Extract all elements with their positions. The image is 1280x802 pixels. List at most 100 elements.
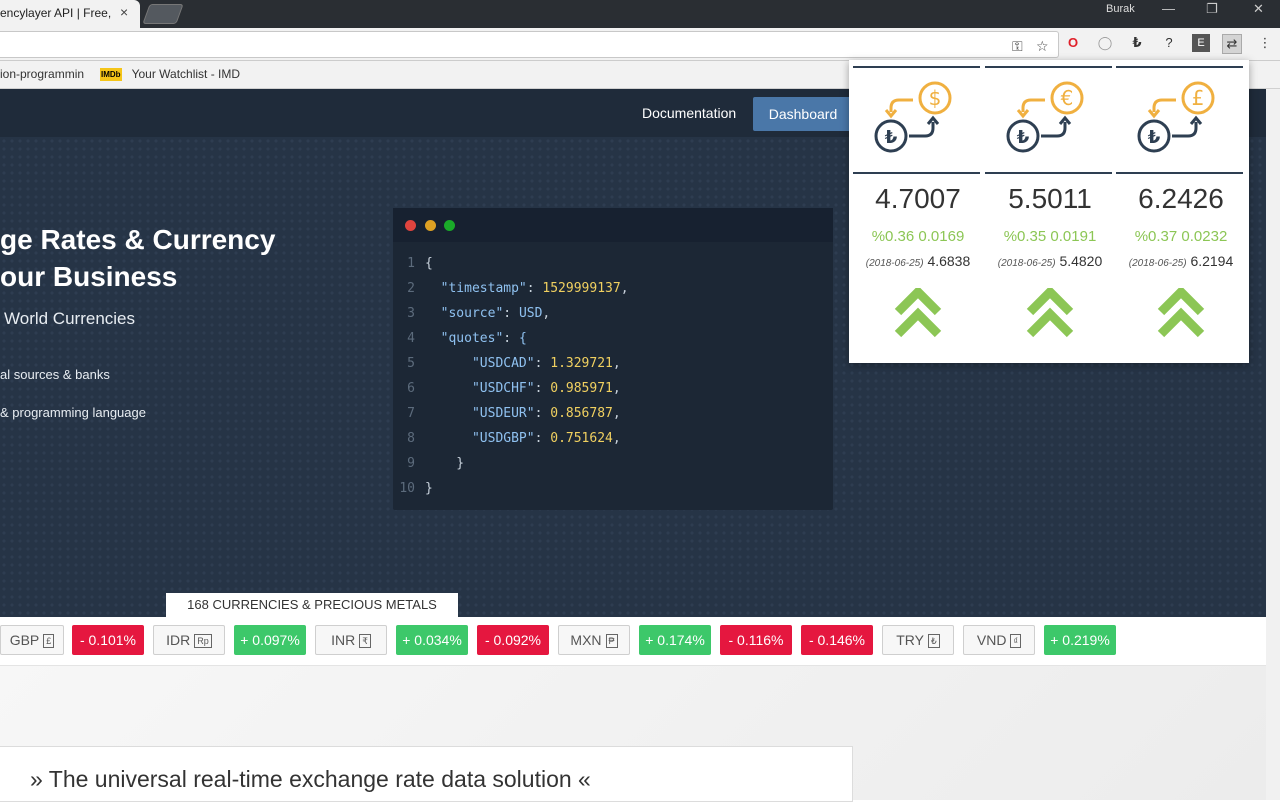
code-key: "USDGBP" (471, 431, 535, 446)
headline-line-1: ge Rates & Currency (0, 224, 276, 255)
ticker-change-negative[interactable]: - 0.092% (477, 625, 549, 655)
address-bar[interactable]: ⚿ ☆ (0, 31, 1059, 58)
bookmark-item[interactable]: ion-programmin (0, 67, 84, 81)
code-punct: , (620, 281, 629, 296)
new-tab-button[interactable] (142, 4, 184, 24)
tab-close-icon[interactable]: × (120, 4, 128, 20)
ticker-change-negative[interactable]: - 0.146% (801, 625, 873, 655)
bookmark-label: Your Watchlist - IMD (131, 67, 241, 81)
code-line: 7 "USDEUR": 0.856787, (393, 406, 621, 426)
currencies-tab[interactable]: 168 CURRENCIES & PRECIOUS METALS (166, 593, 458, 617)
rupee-icon: ₹ (359, 634, 371, 649)
lira-icon: ₺ (928, 634, 940, 649)
currency-code: GBP (9, 632, 40, 648)
previous-date: (2018-06-25) (997, 258, 1056, 269)
hero-bullet: al sources & banks (0, 367, 110, 382)
browser-tab[interactable]: encylayer API | Free, F × (0, 0, 140, 28)
code-text: } (425, 456, 465, 471)
line-number: 10 (399, 481, 415, 496)
circle-extension-icon[interactable]: ◯ (1096, 34, 1114, 52)
hero-headline: ge Rates & Currency our Business (0, 221, 275, 295)
line-number: 8 (407, 431, 415, 446)
previous-rate: (2018-06-25) 4.6838 (849, 253, 987, 269)
currency-code: TRY (896, 632, 924, 648)
code-punct: , (612, 431, 621, 446)
profile-name[interactable]: Burak (1106, 3, 1135, 15)
nav-documentation-link[interactable]: Documentation (642, 105, 736, 121)
code-value: 0.856787 (550, 406, 613, 421)
previous-rate: (2018-06-25) 5.4820 (981, 253, 1119, 269)
code-punct: , (612, 356, 621, 371)
previous-value: 4.6838 (927, 253, 971, 269)
tab-title: encylayer API | Free, F (0, 6, 112, 20)
code-key: "USDCAD" (471, 356, 535, 371)
line-number: 5 (407, 356, 415, 371)
rupiah-icon: Rp (194, 634, 212, 649)
bookmark-item-imdb[interactable]: IMDb Your Watchlist - IMD (100, 67, 241, 82)
help-extension-icon[interactable]: ? (1160, 34, 1178, 52)
code-key: "USDCHF" (471, 381, 535, 396)
code-value: 1529999137 (542, 281, 621, 296)
code-value: 0.985971 (550, 381, 613, 396)
divider (1116, 66, 1243, 68)
trend-up-icon (894, 288, 942, 338)
ticker-change-negative[interactable]: - 0.116% (720, 625, 792, 655)
ticker-change-negative[interactable]: - 0.101% (72, 625, 144, 655)
ticker-change-positive[interactable]: + 0.097% (234, 625, 306, 655)
previous-date: (2018-06-25) (1128, 258, 1187, 269)
code-line: 9 } (393, 456, 464, 476)
bookmark-star-icon[interactable]: ☆ (1036, 38, 1049, 55)
currency-extension-icon[interactable]: ⇄ (1222, 34, 1242, 54)
lira-to-dollar-icon: $ ₺ (874, 81, 952, 153)
code-line: 3 "source": USD, (393, 306, 550, 326)
ticker-currency-idr[interactable]: IDR Rp (153, 625, 225, 655)
ticker-currency-vnd[interactable]: VND ₫ (963, 625, 1035, 655)
page-scrollbar[interactable] (1266, 89, 1280, 800)
minimize-dot-icon (425, 220, 436, 231)
ticker-currency-mxn[interactable]: MXN ₱ (558, 625, 630, 655)
current-rate: 4.7007 (875, 183, 961, 214)
line-number: 7 (407, 406, 415, 421)
ticker-change-positive[interactable]: + 0.219% (1044, 625, 1116, 655)
lira-to-euro-icon: € ₺ (1006, 81, 1084, 153)
code-punct: , (612, 381, 621, 396)
coin-symbol: £ (1192, 86, 1205, 110)
currency-popup: $ ₺ 4.7007 %0.36 0.0169 (2018-06-25) 4.6… (849, 60, 1249, 363)
divider (985, 172, 1112, 174)
opera-extension-icon[interactable]: O (1064, 34, 1082, 52)
rate-change: %0.35 0.0191 (1003, 228, 1097, 245)
divider (985, 66, 1112, 68)
e-extension-icon[interactable]: E (1192, 34, 1210, 52)
ticker-currency-try[interactable]: TRY ₺ (882, 625, 954, 655)
currency-code: MXN (570, 632, 602, 648)
code-line: 10} (393, 481, 432, 501)
imdb-icon: IMDb (100, 68, 122, 82)
code-line: 8 "USDGBP": 0.751624, (393, 431, 621, 451)
base-symbol: ₺ (1017, 127, 1030, 148)
rate-change: %0.37 0.0232 (1134, 228, 1228, 245)
rate-column-eur: € ₺ 5.5011 %0.35 0.0191 (2018-06-25) 5.4… (981, 60, 1112, 363)
minimize-icon[interactable]: — (1162, 1, 1175, 16)
ticker-change-positive[interactable]: + 0.034% (396, 625, 468, 655)
lira-extension-icon[interactable]: ₺ (1128, 34, 1146, 52)
ticker-currency-inr[interactable]: INR ₹ (315, 625, 387, 655)
restore-icon[interactable]: ❐ (1206, 1, 1218, 17)
ticker-currency-gbp[interactable]: GBP £ (0, 625, 64, 655)
code-key: "timestamp" (440, 281, 527, 296)
base-symbol: ₺ (1148, 127, 1161, 148)
code-value: 0.751624 (550, 431, 613, 446)
trend-up-icon (1157, 288, 1205, 338)
ticker-change-positive[interactable]: + 0.174% (639, 625, 711, 655)
rate-column-usd: $ ₺ 4.7007 %0.36 0.0169 (2018-06-25) 4.6… (849, 60, 980, 363)
close-window-icon[interactable]: ✕ (1253, 1, 1264, 17)
current-rate: 5.5011 (1008, 183, 1092, 214)
key-icon[interactable]: ⚿ (1012, 38, 1023, 55)
nav-dashboard-button[interactable]: Dashboard (753, 97, 853, 131)
dong-icon: ₫ (1010, 634, 1022, 649)
window-titlebar: encylayer API | Free, F × Burak — ❐ ✕ (0, 0, 1280, 28)
line-number: 1 (407, 256, 415, 271)
chrome-menu-icon[interactable]: ⋮ (1256, 34, 1274, 52)
browser-toolbar: ⚿ ☆ O ◯ ₺ ? E ⇄ ⋮ (0, 28, 1280, 61)
line-number: 2 (407, 281, 415, 296)
coin-symbol: € (1061, 86, 1074, 110)
